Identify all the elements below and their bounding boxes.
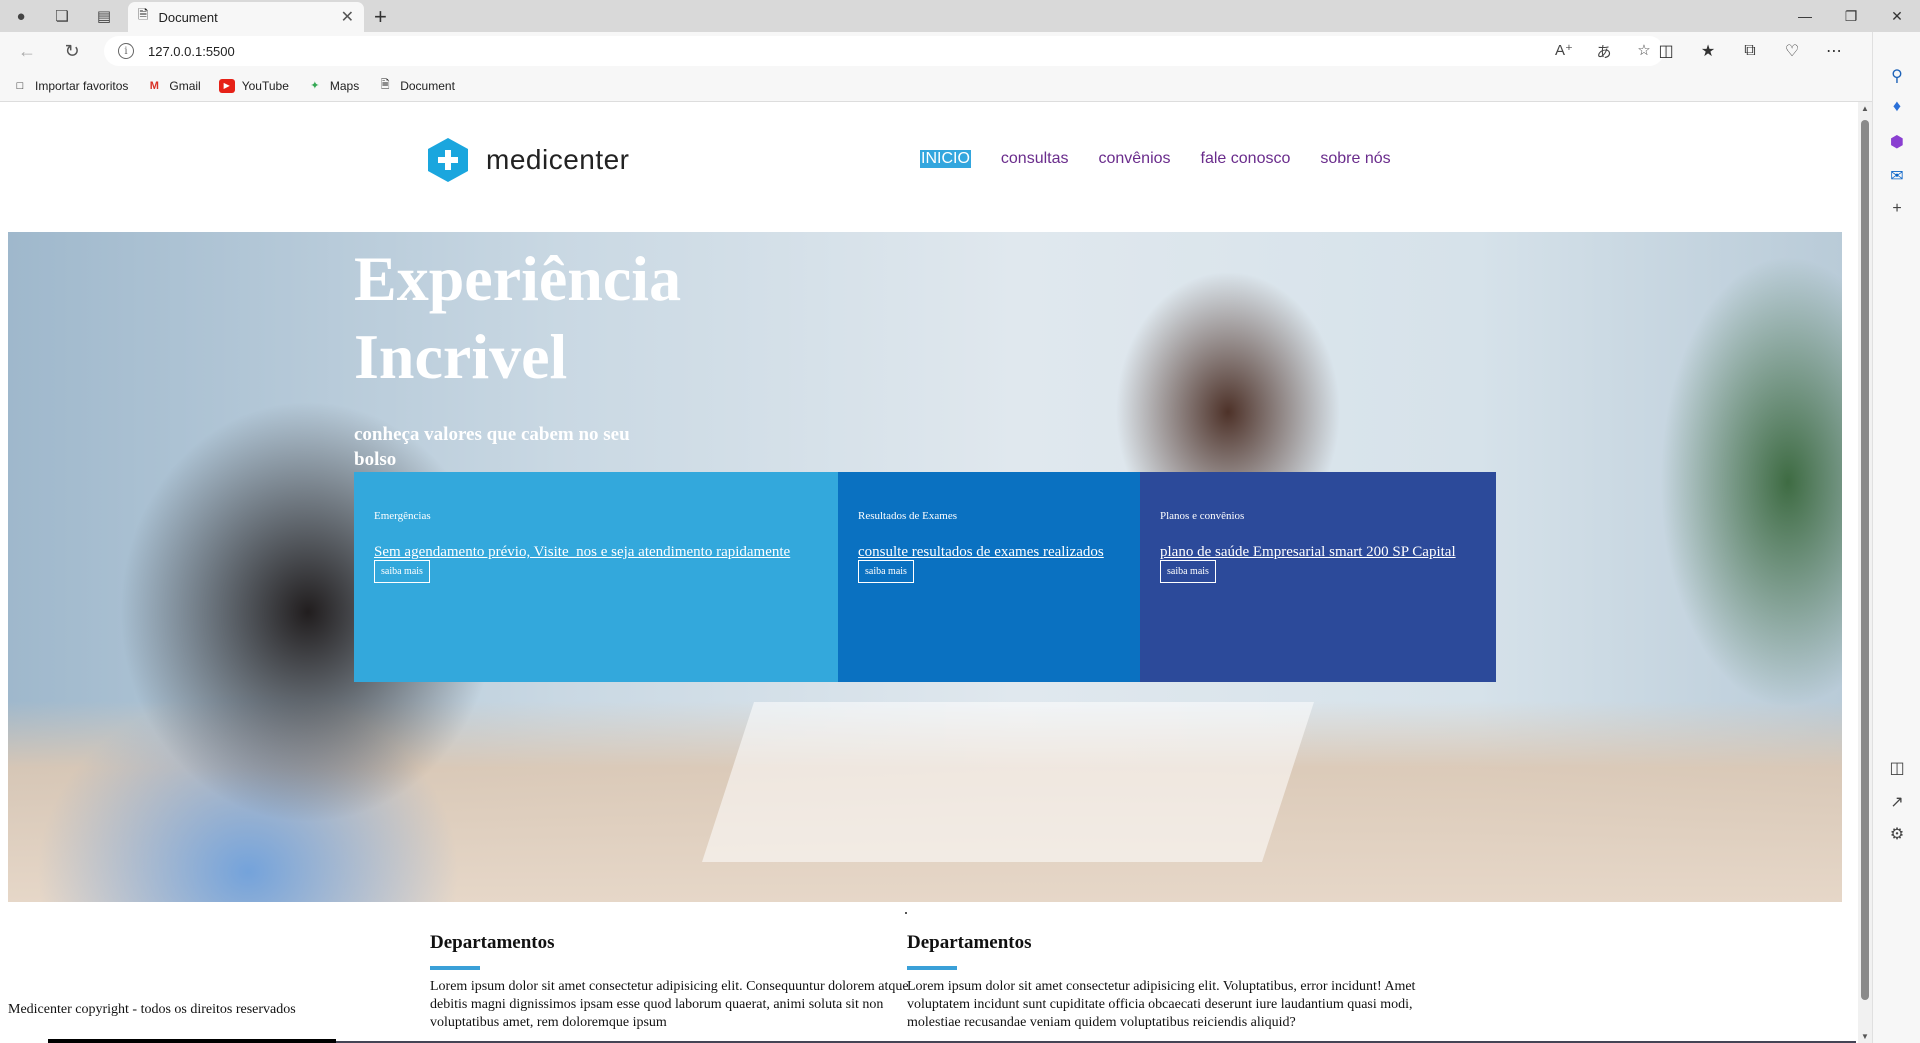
favorites-icon[interactable]: ★: [1687, 41, 1729, 61]
favorite-maps[interactable]: ✦ Maps: [307, 79, 359, 93]
url-text: 127.0.0.1:5500: [148, 43, 235, 59]
profile-icon[interactable]: ●: [9, 4, 33, 28]
saiba-mais-button[interactable]: saiba mais: [858, 560, 914, 583]
service-cards: Emergências Sem agendamento prévio, Visi…: [354, 472, 1496, 682]
nav-sobre-nos[interactable]: sobre nós: [1320, 150, 1390, 168]
document-icon: 🗎: [138, 7, 149, 22]
scrollbar-thumb[interactable]: [1861, 120, 1869, 1000]
footer-line: [48, 1039, 336, 1043]
site-logo[interactable]: medicenter: [428, 138, 630, 182]
collections-icon[interactable]: ⧉: [1729, 42, 1771, 60]
toolbar-icons: ◫ ★ ⧉ ♡ ⋯ b: [1645, 32, 1897, 70]
info-icon[interactable]: i: [118, 43, 134, 59]
youtube-icon: ▶: [218, 78, 235, 93]
address-bar[interactable]: i 127.0.0.1:5500 A⁺ あ ☆: [104, 36, 1664, 66]
departments-title: Departamentos: [907, 932, 1032, 953]
card-planos-convenios: Planos e convênios plano de saúde Empres…: [1140, 472, 1496, 682]
card-label: Planos e convênios: [1160, 510, 1245, 522]
scroll-up-icon[interactable]: ▲: [1858, 104, 1872, 113]
favorites-bar: □ Importar favoritos M Gmail ▶ YouTube ✦…: [0, 70, 1920, 102]
restore-button[interactable]: ❐: [1828, 0, 1874, 32]
workspaces-icon[interactable]: ❏: [50, 4, 74, 28]
maps-icon: ✦: [310, 80, 320, 92]
close-window-button[interactable]: ✕: [1874, 0, 1920, 32]
address-bar-row: ← ↻ i 127.0.0.1:5500 A⁺ あ ☆ ◫ ★ ⧉ ♡ ⋯ b: [0, 32, 1920, 70]
page-scrollbar[interactable]: ▲ ▼: [1858, 102, 1872, 1043]
add-icon[interactable]: +: [1873, 200, 1920, 218]
refresh-button[interactable]: ↻: [54, 36, 90, 66]
nav-convenios[interactable]: convênios: [1098, 150, 1170, 168]
footer-copyright: Medicenter copyright - todos os direitos…: [8, 1002, 296, 1017]
title-underline: [430, 966, 480, 970]
departments-text: Lorem ipsum dolor sit amet consectetur a…: [430, 979, 909, 1030]
edge-sidebar: ⚲ ♦ ⬢ ✉ + ◫ ↗ ⚙: [1872, 32, 1920, 1043]
tab-document[interactable]: 🗎 Document ✕: [128, 2, 364, 32]
saiba-mais-button[interactable]: saiba mais: [374, 560, 430, 583]
departments-block-1: Departamentos Lorem ipsum dolor sit amet…: [430, 932, 940, 1032]
hero-title: Experiência Incrivel: [354, 243, 682, 392]
stray-dot: [905, 912, 907, 914]
translate-icon[interactable]: あ: [1584, 41, 1624, 62]
hero-photo-desk: [702, 702, 1314, 862]
new-tab-button[interactable]: +: [374, 4, 387, 30]
tab-actions-icon[interactable]: ▤: [92, 4, 116, 28]
office-icon[interactable]: ⬢: [1873, 132, 1920, 152]
settings-icon[interactable]: ⚙: [1873, 824, 1920, 844]
browser-essentials-icon[interactable]: ♡: [1771, 41, 1813, 61]
search-icon[interactable]: ⚲: [1873, 66, 1920, 86]
more-menu-icon[interactable]: ⋯: [1813, 41, 1855, 61]
title-underline: [907, 966, 957, 970]
tab-title: Document: [158, 9, 218, 25]
favorite-import[interactable]: □ Importar favoritos: [12, 79, 129, 93]
favorite-youtube[interactable]: ▶ YouTube: [218, 78, 289, 93]
medical-cross-icon: [428, 138, 468, 182]
departments-text: Lorem ipsum dolor sit amet consectetur a…: [907, 979, 1416, 1030]
card-emergencias: Emergências Sem agendamento prévio, Visi…: [354, 472, 838, 682]
import-icon: □: [16, 79, 24, 92]
saiba-mais-button[interactable]: saiba mais: [1160, 560, 1216, 583]
card-text: Sem agendamento prévio, Visite_nos e sej…: [374, 544, 791, 560]
favorite-gmail[interactable]: M Gmail: [146, 79, 201, 93]
card-text: plano de saúde Empresarial smart 200 SP …: [1160, 544, 1456, 560]
main-nav: INICIO consultas convênios fale conosco …: [920, 150, 1421, 168]
logo-text: medicenter: [486, 144, 630, 175]
card-resultados-exames: Resultados de Exames consulte resultados…: [838, 472, 1140, 682]
window-controls: — ❐ ✕: [1782, 0, 1920, 32]
outlook-icon[interactable]: ✉: [1873, 166, 1920, 186]
scroll-down-icon[interactable]: ▼: [1858, 1032, 1872, 1041]
sidebar-layout-icon[interactable]: ◫: [1873, 758, 1920, 778]
minimize-button[interactable]: —: [1782, 0, 1828, 32]
read-aloud-icon[interactable]: A⁺: [1544, 41, 1584, 62]
nav-fale-conosco[interactable]: fale conosco: [1201, 150, 1291, 168]
hero-banner: Experiência Incrivel conheça valores que…: [8, 232, 1842, 902]
hero-subtitle: conheça valores que cabem no seu bolso: [354, 424, 630, 470]
document-icon: 🗎: [380, 79, 390, 91]
close-icon[interactable]: ✕: [341, 7, 354, 27]
departments-title: Departamentos: [430, 932, 555, 953]
card-text: consulte resultados de exames realizados: [858, 544, 1104, 560]
shopping-icon[interactable]: ♦: [1873, 98, 1920, 116]
open-external-icon[interactable]: ↗: [1873, 792, 1920, 812]
page-viewport: medicenter INICIO consultas convênios fa…: [0, 102, 1872, 1043]
card-label: Resultados de Exames: [858, 510, 957, 522]
nav-inicio[interactable]: INICIO: [920, 150, 971, 168]
nav-consultas[interactable]: consultas: [1001, 150, 1069, 168]
card-label: Emergências: [374, 510, 431, 522]
tab-bar: ● ❏ ▤ 🗎 Document ✕ + — ❐ ✕: [0, 0, 1920, 32]
departments-block-2: Departamentos Lorem ipsum dolor sit amet…: [907, 932, 1417, 1032]
back-button[interactable]: ←: [9, 36, 45, 66]
favorite-document[interactable]: 🗎 Document: [377, 79, 455, 93]
split-screen-icon[interactable]: ◫: [1645, 41, 1687, 61]
gmail-icon: M: [149, 79, 159, 92]
